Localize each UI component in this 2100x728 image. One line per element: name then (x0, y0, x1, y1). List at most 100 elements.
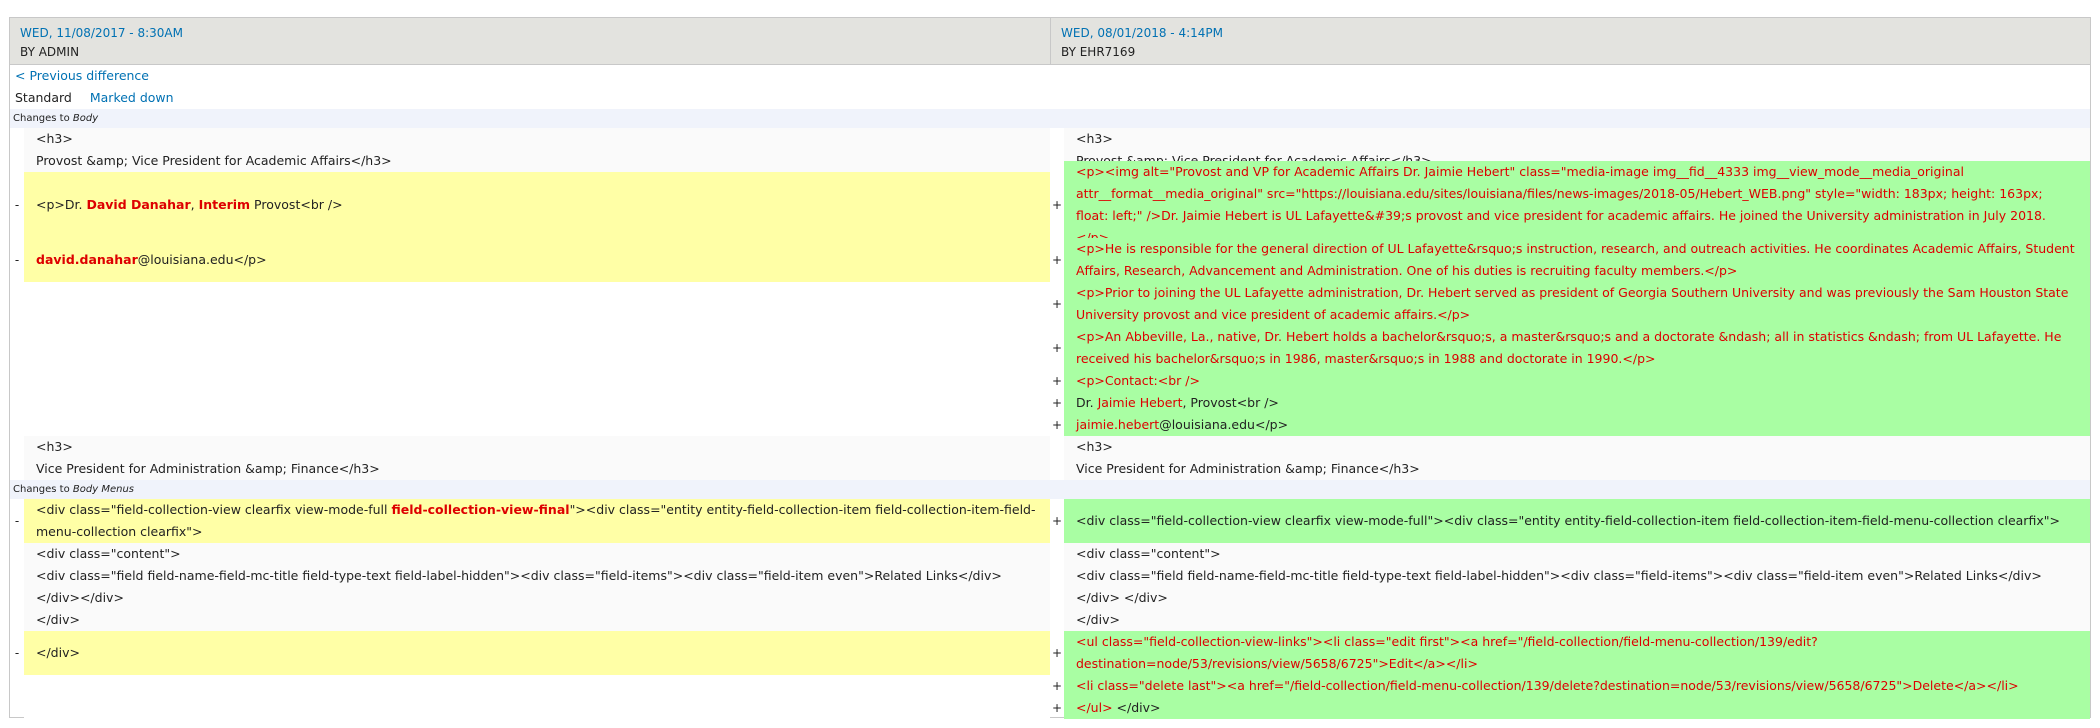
text-segment: , Provost<br /> (1182, 395, 1279, 410)
right-added-cell: + <p><img alt="Provost and VP for Academ… (1050, 161, 2090, 249)
right-revision-date[interactable]: WED, 08/01/2018 - 4:14PM (1061, 24, 2080, 43)
diff-row-added: + <p>Prior to joining the UL Lafayette a… (10, 282, 2090, 326)
diff-row: <h3> <h3> (10, 436, 2090, 458)
left-empty-cell (10, 392, 1050, 414)
right-line: <div class="field field-name-field-mc-ti… (1064, 565, 2090, 609)
right-added-line: <ul class="field-collection-view-links">… (1064, 631, 2090, 675)
plus-marker: + (1051, 396, 1063, 410)
diff-row-added: + jaimie.hebert@louisiana.edu</p> (10, 414, 2090, 436)
plus-marker: + (1051, 198, 1063, 212)
left-cell: </div> (10, 609, 1050, 631)
diff-row-added: + <li class="delete last"><a href="/fiel… (10, 675, 2090, 697)
left-revision-header: WED, 11/08/2017 - 8:30AM BY ADMIN (10, 18, 1050, 64)
pager-row: < Previous difference (10, 65, 2090, 87)
left-empty-cell (10, 370, 1050, 392)
view-mode-switcher: Standard Marked down (10, 87, 2090, 109)
diff-row-changed: - <p>Dr. David Danahar, Interim Provost<… (10, 161, 2090, 249)
left-empty-cell (10, 697, 1050, 719)
diff-row: <h3> <h3> (10, 128, 2090, 150)
left-line: </div> (24, 609, 1050, 631)
diff-row-added: + Dr. Jaimie Hebert, Provost<br /> (10, 392, 2090, 414)
right-line: </div> (1064, 609, 2090, 631)
left-cell: Provost &amp; Vice President for Academi… (10, 150, 1050, 172)
left-line: <h3> (24, 436, 1050, 458)
added-word: Jaimie Hebert (1097, 395, 1183, 410)
text-segment: <p>Dr. (36, 197, 87, 212)
text-segment: , (190, 197, 199, 212)
plus-marker: + (1051, 418, 1063, 432)
plus-marker: + (1051, 297, 1063, 311)
right-added-cell: + <p>Contact:<br /> (1050, 370, 2090, 392)
left-empty-cell (10, 282, 1050, 326)
right-added-cell: + <p>An Abbeville, La., native, Dr. Hebe… (1050, 326, 2090, 370)
deleted-word: David Danahar (86, 197, 191, 212)
minus-marker: - (14, 198, 20, 212)
right-revision-header: WED, 08/01/2018 - 4:14PM BY EHR7169 (1050, 18, 2090, 64)
right-cell: <div class="content"> (1050, 543, 2090, 565)
left-empty-cell (10, 414, 1050, 436)
plus-marker: + (1051, 701, 1063, 715)
section-prefix: Changes to (13, 484, 73, 495)
left-cell: <h3> (10, 436, 1050, 458)
previous-difference-link[interactable]: < Previous difference (15, 68, 149, 83)
left-cell: <div class="field field-name-field-mc-ti… (10, 565, 1050, 609)
diff-row-added: + </ul> </div> (10, 697, 2090, 719)
plus-marker: + (1051, 374, 1063, 388)
plus-marker: + (1051, 341, 1063, 355)
plus-marker: + (1051, 514, 1063, 528)
left-line: <h3> (24, 128, 1050, 150)
text-segment: </div> (1112, 700, 1161, 715)
right-line: <div class="content"> (1064, 543, 2090, 565)
section-header-body: Changes to Body (10, 109, 2090, 128)
left-revision-date[interactable]: WED, 11/08/2017 - 8:30AM (20, 24, 1040, 43)
revision-header: WED, 11/08/2017 - 8:30AM BY ADMIN WED, 0… (10, 17, 2090, 65)
left-deleted-cell: - <p>Dr. David Danahar, Interim Provost<… (10, 172, 1050, 238)
right-added-line: <p>Contact:<br /> (1064, 370, 2090, 392)
plus-marker: + (1051, 646, 1063, 660)
right-cell: </div> (1050, 609, 2090, 631)
left-line: Vice President for Administration &amp; … (24, 458, 1050, 480)
left-cell: Vice President for Administration &amp; … (10, 458, 1050, 480)
section-prefix: Changes to (13, 113, 73, 124)
deleted-word: Interim (198, 197, 251, 212)
text-segment: Dr. (1076, 395, 1098, 410)
right-added-line: </ul> </div> (1064, 697, 2090, 719)
left-deleted-line: <p>Dr. David Danahar, Interim Provost<br… (24, 172, 1050, 238)
diff-row: </div> </div> (10, 609, 2090, 631)
text-segment: <div class="field-collection-view clearf… (36, 502, 392, 517)
right-cell: <h3> (1050, 128, 2090, 150)
left-line: <div class="field field-name-field-mc-ti… (24, 565, 1050, 609)
left-deleted-cell: - <div class="field-collection-view clea… (10, 499, 1050, 543)
left-deleted-cell: - </div> (10, 631, 1050, 675)
right-line: <h3> (1064, 128, 2090, 150)
mode-marked-down-link[interactable]: Marked down (90, 90, 174, 105)
right-added-cell: + <ul class="field-collection-view-links… (1050, 631, 2090, 675)
right-added-cell: + <p>He is responsible for the general d… (1050, 238, 2090, 282)
right-added-line: <p>He is responsible for the general dir… (1064, 238, 2090, 282)
right-added-line: jaimie.hebert@louisiana.edu</p> (1064, 414, 2090, 436)
deleted-word: field-collection-view-final (391, 502, 570, 517)
left-revision-author: BY ADMIN (20, 45, 80, 59)
section-field-name: Body (72, 113, 99, 124)
added-word: jaimie.hebert (1076, 417, 1160, 432)
diff-row: Vice President for Administration &amp; … (10, 458, 2090, 480)
right-added-line: <p>Prior to joining the UL Lafayette adm… (1064, 282, 2090, 326)
right-line: Vice President for Administration &amp; … (1064, 458, 2090, 480)
left-empty-cell (10, 675, 1050, 697)
right-cell: Vice President for Administration &amp; … (1050, 458, 2090, 480)
diff-row-changed: - </div> + <ul class="field-collection-v… (10, 631, 2090, 675)
right-added-line: <p><img alt="Provost and VP for Academic… (1064, 161, 2090, 249)
plus-marker: + (1051, 253, 1063, 267)
right-added-line: <p>An Abbeville, La., native, Dr. Hebert… (1064, 326, 2090, 370)
right-added-cell: + <div class="field-collection-view clea… (1050, 499, 2090, 543)
right-cell: <h3> (1050, 436, 2090, 458)
left-cell: <div class="content"> (10, 543, 1050, 565)
left-deleted-line: <div class="field-collection-view clearf… (24, 499, 1050, 543)
right-added-cell: + </ul> </div> (1050, 697, 2090, 719)
right-revision-author: BY EHR7169 (1061, 45, 1136, 59)
left-line: Provost &amp; Vice President for Academi… (24, 150, 1050, 172)
right-added-cell: + <li class="delete last"><a href="/fiel… (1050, 675, 2090, 697)
right-added-cell: + <p>Prior to joining the UL Lafayette a… (1050, 282, 2090, 326)
right-added-line: <div class="field-collection-view clearf… (1064, 499, 2090, 543)
added-text: <img alt="Provost and VP for Academic Af… (1076, 164, 2046, 245)
